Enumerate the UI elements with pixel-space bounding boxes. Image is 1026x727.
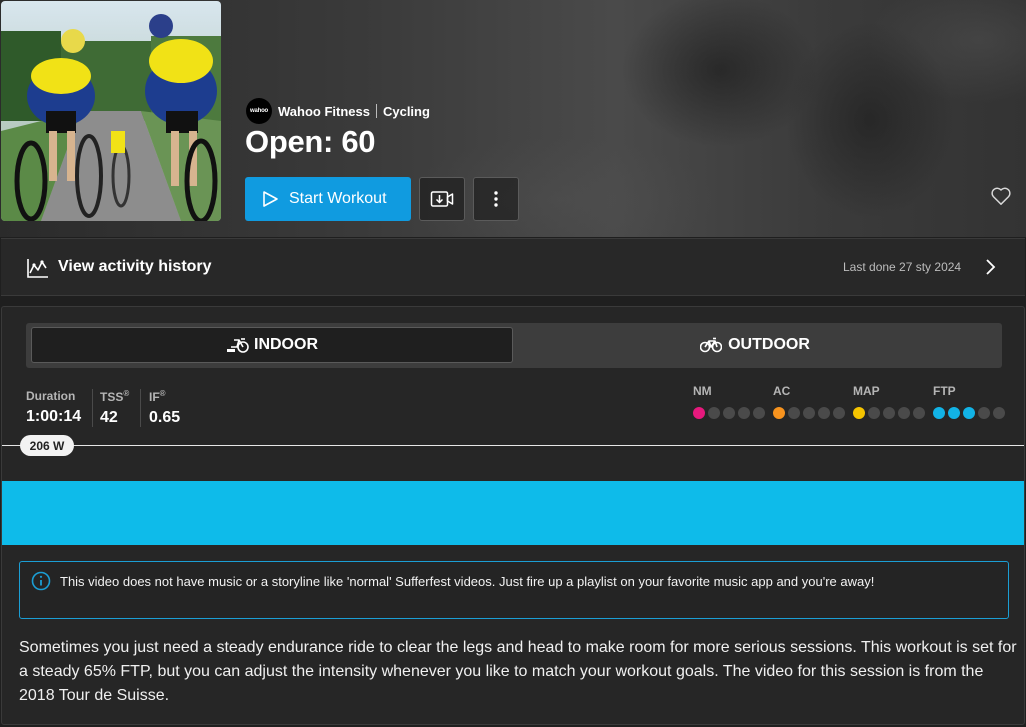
start-workout-button[interactable]: Start Workout: [245, 177, 411, 221]
zone-map: MAP: [853, 384, 925, 419]
rating-dot: [693, 407, 705, 419]
metric-duration: Duration 1:00:14: [26, 389, 81, 426]
provider-separator: [375, 104, 377, 118]
wahoo-logo: wahoo: [246, 98, 272, 124]
workout-thumbnail: [1, 1, 221, 221]
workout-description: Sometimes you just need a steady enduran…: [19, 639, 1017, 704]
provider-name: Wahoo Fitness: [278, 103, 370, 119]
rating-dot: [788, 407, 800, 419]
zone-rating-dots: [693, 407, 765, 419]
tab-indoor[interactable]: INDOOR: [31, 327, 513, 363]
zone-label: NM: [693, 384, 712, 398]
mode-toggle: INDOOR OUTDOOR: [26, 323, 1002, 368]
more-options-button[interactable]: [473, 177, 519, 221]
zone-ftp: FTP: [933, 384, 1005, 419]
favorite-button[interactable]: [990, 186, 1012, 211]
indoor-label: INDOOR: [254, 336, 318, 353]
last-done-text: Last done 27 sty 2024: [843, 260, 962, 274]
rating-dot: [753, 407, 765, 419]
zone-rating-dots: [853, 407, 925, 419]
rating-dot: [708, 407, 720, 419]
zone-rating-dots: [933, 407, 1005, 419]
metric-label: Duration: [26, 389, 76, 403]
start-workout-label: Start Workout: [289, 190, 387, 207]
intensity-bar: [2, 481, 1024, 545]
download-video-button[interactable]: [419, 177, 465, 221]
zone-label: MAP: [853, 384, 880, 398]
heart-outline-icon: [991, 187, 1011, 205]
metric-value: 42: [100, 409, 118, 426]
zone-ac: AC: [773, 384, 845, 419]
bike-icon: [700, 337, 723, 353]
rating-dot: [883, 407, 895, 419]
rating-dot: [898, 407, 910, 419]
view-activity-history-label: View activity history: [58, 258, 212, 275]
rating-dot: [818, 407, 830, 419]
ftp-line: [2, 445, 1024, 446]
metric-value: 0.65: [149, 409, 181, 426]
provider-line: wahoo Wahoo Fitness Cycling: [246, 98, 430, 124]
rating-dot: [913, 407, 925, 419]
video-download-icon: [430, 191, 454, 207]
workout-header: wahoo Wahoo Fitness Cycling Open: 60 Sta…: [0, 0, 1026, 237]
zone-nm: NM: [693, 384, 765, 419]
workout-title: Open: 60: [245, 124, 376, 159]
rating-dot: [833, 407, 845, 419]
outdoor-label: OUTDOOR: [728, 336, 810, 353]
ftp-watt-badge: 206 W: [20, 435, 74, 456]
rating-dot: [803, 407, 815, 419]
metric-label: IF®: [149, 389, 166, 404]
tab-outdoor[interactable]: OUTDOOR: [513, 327, 997, 363]
zone-rating-dots: [773, 407, 845, 419]
more-vertical-icon: [494, 191, 498, 207]
rating-dot: [723, 407, 735, 419]
rating-dot: [868, 407, 880, 419]
rating-dot: [933, 407, 945, 419]
rating-dot: [738, 407, 750, 419]
metric-if: IF® 0.65: [149, 389, 180, 427]
activity-chart-icon: [27, 259, 48, 278]
zone-label: AC: [773, 384, 791, 398]
activity-history-row[interactable]: View activity history Last done 27 sty 2…: [1, 238, 1025, 296]
rating-dot: [963, 407, 975, 419]
indoor-trainer-icon: [227, 338, 249, 353]
rating-dot: [978, 407, 990, 419]
metric-tss: TSS® 42: [100, 389, 129, 427]
info-circle-icon: [31, 571, 51, 591]
info-text: This video does not have music or a stor…: [60, 574, 875, 589]
workout-category: Cycling: [382, 103, 430, 119]
metric-value: 1:00:14: [26, 408, 82, 425]
chevron-right-icon: [986, 259, 996, 275]
workout-details-panel: INDOOR OUTDOOR Duration 1:00:14 TSS® 42 …: [1, 306, 1025, 725]
info-notice: This video does not have music or a stor…: [19, 561, 1009, 619]
rating-dot: [853, 407, 865, 419]
metric-divider: [92, 389, 93, 427]
rating-dot: [948, 407, 960, 419]
rating-dot: [773, 407, 785, 419]
metric-label: TSS®: [100, 389, 130, 404]
metric-divider: [140, 389, 141, 427]
rating-dot: [993, 407, 1005, 419]
play-outline-icon: [263, 191, 278, 207]
zone-label: FTP: [933, 384, 956, 398]
